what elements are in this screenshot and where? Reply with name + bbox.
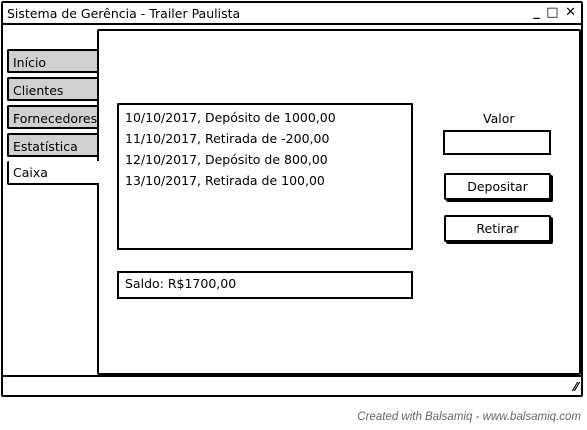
credits-text: Created with Balsamiq - www.balsamiq.com — [357, 411, 581, 423]
list-item[interactable]: 13/10/2017, Retirada de 100,00 — [125, 170, 411, 191]
title-bar: Sistema de Gerência - Trailer Paulista _… — [3, 3, 581, 25]
tab-caixa[interactable]: Caixa — [7, 161, 99, 185]
tab-clientes[interactable]: Clientes — [7, 77, 99, 101]
valor-label: Valor — [483, 111, 515, 126]
close-icon[interactable]: ✕ — [565, 5, 577, 20]
tab-inicio[interactable]: Início — [7, 49, 99, 73]
minimize-icon[interactable]: _ — [533, 5, 541, 20]
list-item[interactable]: 10/10/2017, Depósito de 1000,00 — [125, 107, 411, 128]
valor-input[interactable] — [443, 130, 551, 155]
resize-grip-icon[interactable]: ⁄⁄ — [574, 380, 578, 394]
caixa-panel: 10/10/2017, Depósito de 1000,00 11/10/20… — [97, 29, 581, 375]
status-bar: ⁄⁄ — [3, 375, 581, 395]
tab-estatistica[interactable]: Estatística — [7, 133, 99, 157]
depositar-button[interactable]: Depositar — [444, 173, 551, 200]
retirar-button[interactable]: Retirar — [444, 215, 551, 242]
saldo-field: Saldo: R$1700,00 — [117, 271, 413, 299]
app-window: Sistema de Gerência - Trailer Paulista _… — [1, 1, 583, 397]
tab-fornecedores[interactable]: Fornecedores — [7, 105, 99, 129]
maximize-icon[interactable]: □ — [546, 5, 559, 20]
window-controls: _ □ ✕ — [533, 5, 577, 20]
window-title: Sistema de Gerência - Trailer Paulista — [7, 6, 241, 21]
list-item[interactable]: 11/10/2017, Retirada de -200,00 — [125, 128, 411, 149]
list-item[interactable]: 12/10/2017, Depósito de 800,00 — [125, 149, 411, 170]
transaction-list[interactable]: 10/10/2017, Depósito de 1000,00 11/10/20… — [117, 103, 413, 250]
